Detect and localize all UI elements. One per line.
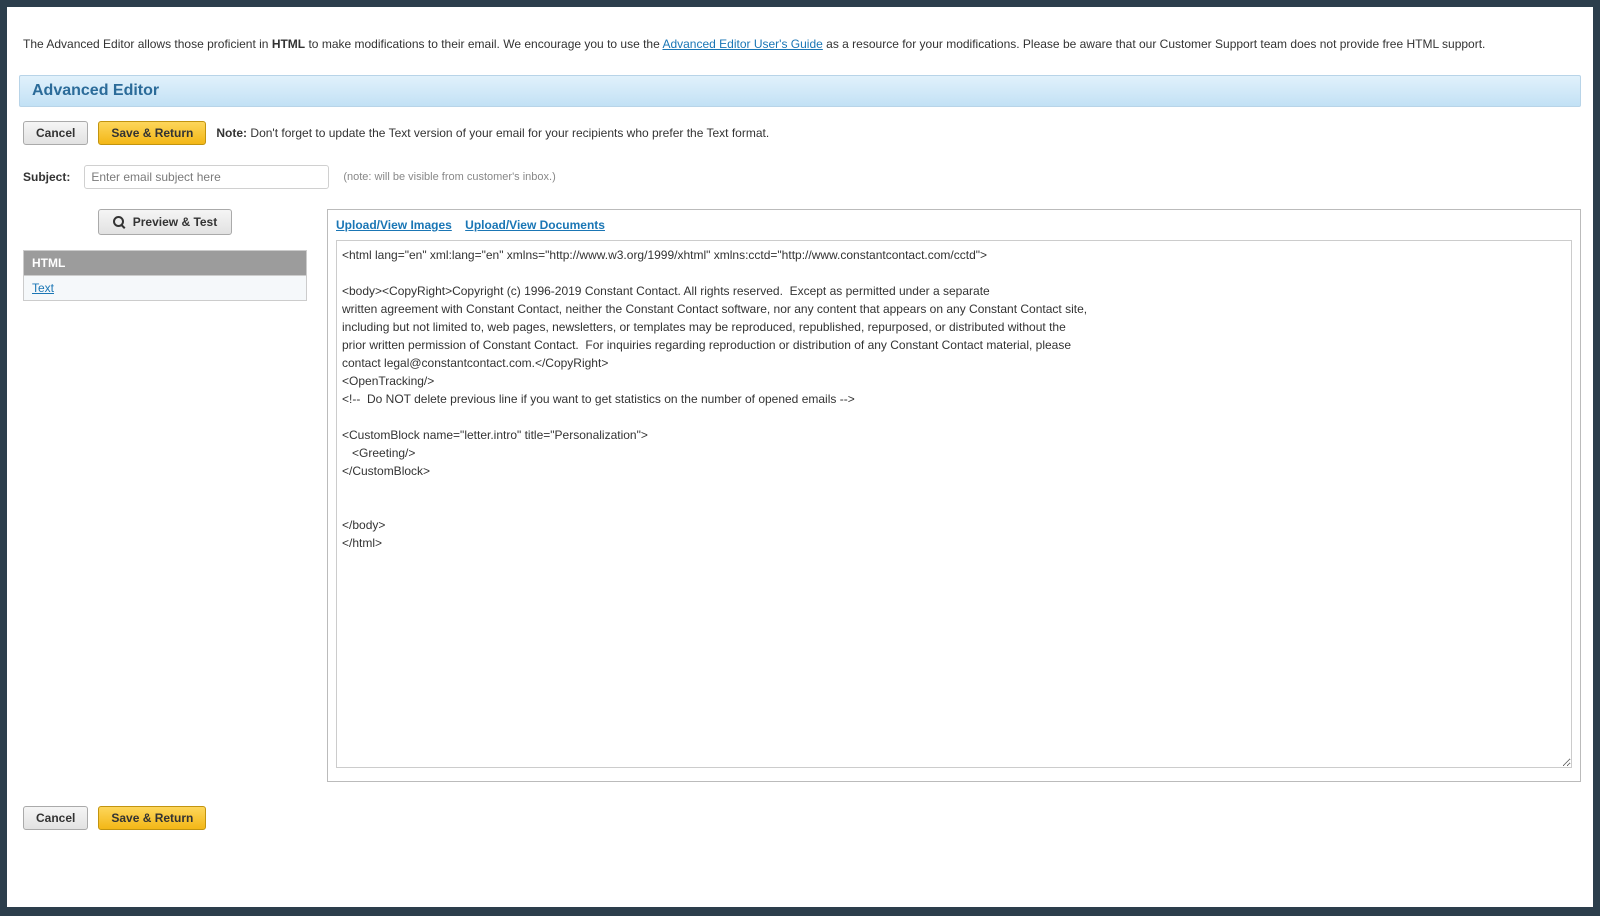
subject-hint: (note: will be visible from customer's i… bbox=[343, 171, 555, 183]
left-column: Preview & Test HTML Text bbox=[23, 209, 307, 782]
preview-test-button[interactable]: Preview & Test bbox=[98, 209, 232, 235]
tab-html[interactable]: HTML bbox=[24, 251, 306, 275]
preview-button-wrap: Preview & Test bbox=[23, 209, 307, 235]
editor-title: Advanced Editor bbox=[32, 82, 1568, 100]
intro-text: The Advanced Editor allows those profici… bbox=[19, 19, 1581, 53]
cancel-button-top[interactable]: Cancel bbox=[23, 121, 88, 145]
intro-html-word: HTML bbox=[272, 37, 305, 51]
main-area: Preview & Test HTML Text Upload/View Ima… bbox=[19, 209, 1581, 782]
bottom-action-row: Cancel Save & Return bbox=[23, 806, 1581, 830]
subject-row: Subject: (note: will be visible from cus… bbox=[23, 165, 1581, 189]
upload-images-link[interactable]: Upload/View Images bbox=[336, 218, 452, 232]
note-text: Note: Don't forget to update the Text ve… bbox=[216, 126, 769, 140]
top-action-row: Cancel Save & Return Note: Don't forget … bbox=[23, 121, 1581, 145]
note-body: Don't forget to update the Text version … bbox=[247, 126, 769, 140]
upload-links: Upload/View Images Upload/View Documents bbox=[336, 218, 1572, 232]
upload-documents-link[interactable]: Upload/View Documents bbox=[465, 218, 605, 232]
intro-part3: as a resource for your modifications. Pl… bbox=[823, 37, 1486, 51]
preview-test-label: Preview & Test bbox=[133, 215, 217, 229]
tab-text-link[interactable]: Text bbox=[32, 281, 54, 295]
search-icon bbox=[113, 216, 125, 228]
subject-input[interactable] bbox=[84, 165, 329, 189]
editor-header: Advanced Editor bbox=[19, 75, 1581, 107]
page-wrapper: The Advanced Editor allows those profici… bbox=[7, 7, 1593, 907]
save-return-button-top[interactable]: Save & Return bbox=[98, 121, 206, 145]
save-return-button-bottom[interactable]: Save & Return bbox=[98, 806, 206, 830]
right-column: Upload/View Images Upload/View Documents bbox=[327, 209, 1581, 782]
tab-text[interactable]: Text bbox=[24, 275, 306, 300]
note-label: Note: bbox=[216, 126, 247, 140]
html-code-textarea[interactable] bbox=[336, 240, 1572, 768]
tab-list: HTML Text bbox=[23, 250, 307, 301]
intro-part1: The Advanced Editor allows those profici… bbox=[23, 37, 272, 51]
intro-part2: to make modifications to their email. We… bbox=[305, 37, 662, 51]
intro-guide-link[interactable]: Advanced Editor User's Guide bbox=[662, 37, 822, 51]
cancel-button-bottom[interactable]: Cancel bbox=[23, 806, 88, 830]
subject-label: Subject: bbox=[23, 170, 70, 184]
